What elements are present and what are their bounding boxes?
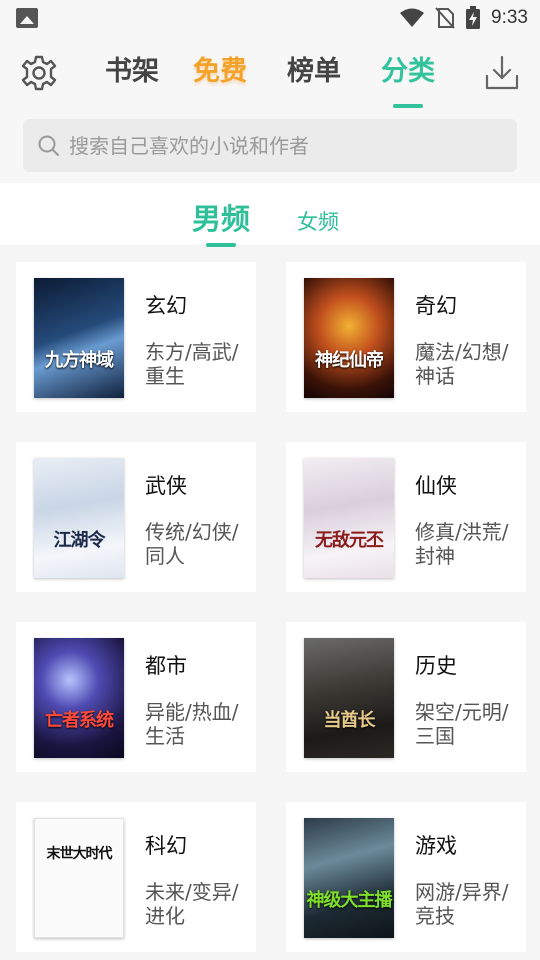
category-tags: 东方/高武/重生 [145,340,239,388]
search-icon [38,135,59,156]
category-tags: 未来/变异/进化 [145,880,239,928]
status-bar: 9:33 [0,0,540,36]
cover-title: 江湖令 [53,530,106,551]
category-card-lishi[interactable]: 当酋长 历史 架空/元明/三国 [286,622,526,772]
book-cover: 无敌元丕 [304,458,394,578]
category-card-wuxia[interactable]: 江湖令 武侠 传统/幻侠/同人 [16,442,256,592]
book-cover: 九方神域 [34,278,124,398]
tab-female[interactable]: 女频 [297,206,339,236]
category-name: 武侠 [145,474,187,498]
tab-rankings[interactable]: 榜单 [287,52,341,92]
cover-title: 末世大时代 [46,846,113,862]
category-name: 奇幻 [415,294,457,318]
tab-free[interactable]: 免费 [193,52,247,92]
clock: 9:33 [491,7,528,28]
download-icon[interactable] [484,54,520,92]
category-card-kehuan[interactable]: 末世大时代 科幻 未来/变异/进化 [16,802,256,952]
tab-bookshelf[interactable]: 书架 [105,52,159,92]
gear-icon[interactable] [20,54,58,92]
image-icon [16,8,38,28]
category-tags: 修真/洪荒/封神 [415,520,509,568]
cover-title: 神纪仙帝 [315,350,384,371]
category-card-xianxia[interactable]: 无敌元丕 仙侠 修真/洪荒/封神 [286,442,526,592]
book-cover: 末世大时代 [34,818,124,938]
book-cover: 神纪仙帝 [304,278,394,398]
subtab-indicator [206,243,236,247]
category-tags: 异能/热血/生活 [145,700,239,748]
book-cover: 亡者系统 [34,638,124,758]
cover-title: 神级大主播 [306,890,393,911]
category-card-qihuan[interactable]: 神纪仙帝 奇幻 魔法/幻想/神话 [286,262,526,412]
top-nav: 书架 免费 榜单 分类 [0,36,540,114]
category-tags: 架空/元明/三国 [415,700,509,748]
category-card-youxi[interactable]: 神级大主播 游戏 网游/异界/竞技 [286,802,526,952]
category-name: 游戏 [415,834,457,858]
cover-title: 当酋长 [323,710,376,731]
category-card-xuanhuan[interactable]: 九方神域 玄幻 东方/高武/重生 [16,262,256,412]
category-name: 玄幻 [145,294,187,318]
category-card-dushi[interactable]: 亡者系统 都市 异能/热血/生活 [16,622,256,772]
category-tags: 传统/幻侠/同人 [145,520,239,568]
gender-tabs: 男频 女频 [0,183,540,247]
tab-categories[interactable]: 分类 [381,52,435,92]
category-tags: 网游/异界/竞技 [415,880,509,928]
search-area [0,114,540,182]
tab-male[interactable]: 男频 [192,196,250,238]
cover-title: 九方神域 [45,350,114,371]
book-cover: 当酋长 [304,638,394,758]
category-name: 都市 [145,654,187,678]
category-name: 历史 [415,654,457,678]
search-input[interactable] [69,119,499,172]
category-name: 科幻 [145,834,187,858]
status-icons: 9:33 [399,0,528,36]
category-tags: 魔法/幻想/神话 [415,340,509,388]
category-name: 仙侠 [415,474,457,498]
book-cover: 神级大主播 [304,818,394,938]
active-tab-indicator [393,104,423,108]
cover-title: 无敌元丕 [315,530,384,551]
cover-title: 亡者系统 [45,710,114,731]
battery-charging-icon [466,6,481,29]
book-cover: 江湖令 [34,458,124,578]
search-box[interactable] [23,119,517,172]
no-sim-icon [435,7,455,29]
wifi-icon [400,8,425,27]
